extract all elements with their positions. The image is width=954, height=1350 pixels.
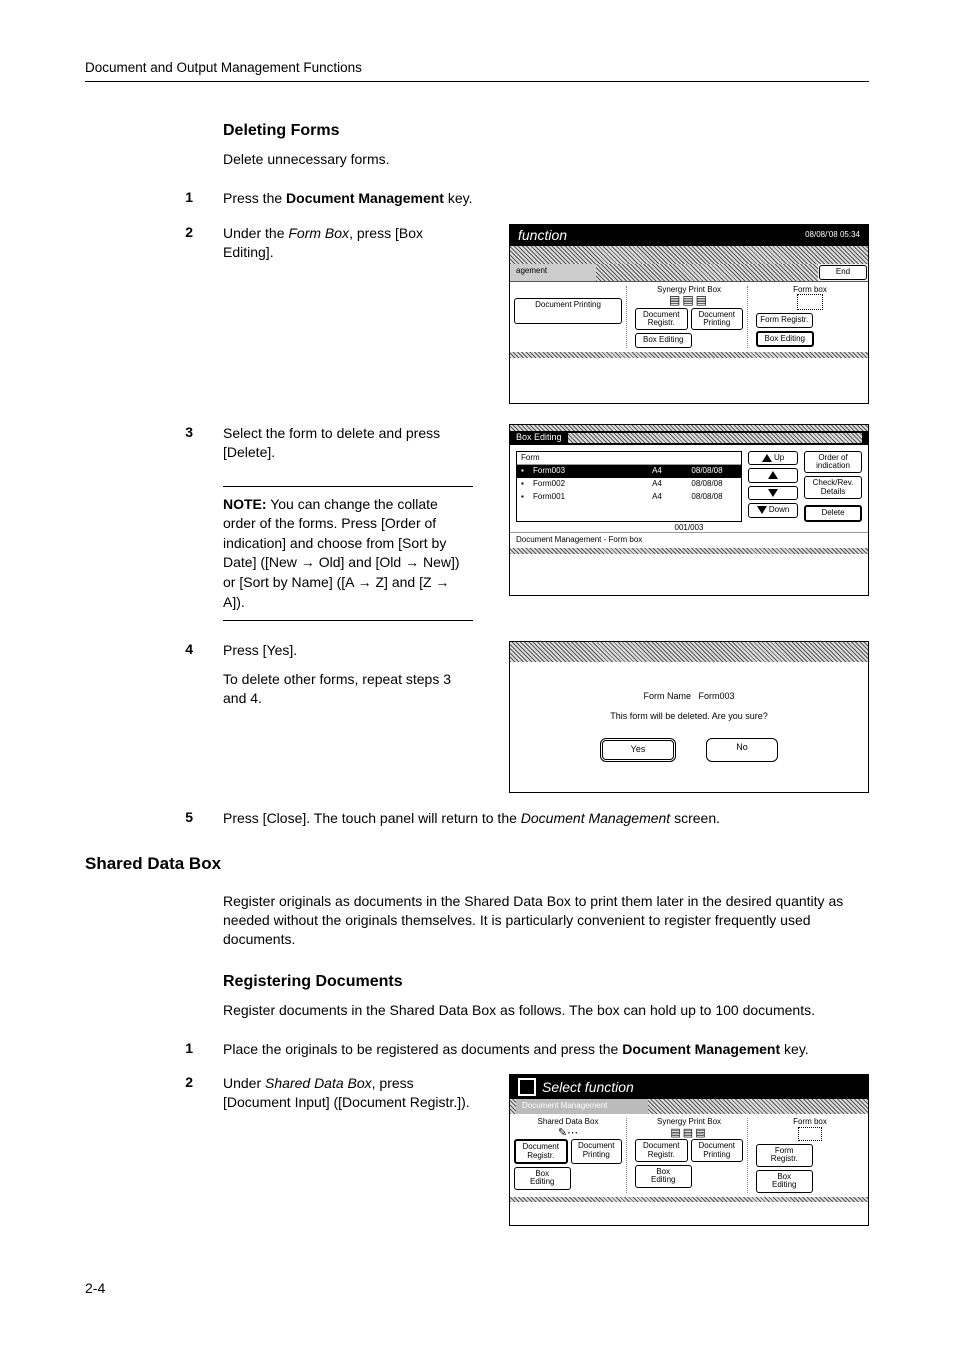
running-head: Document and Output Management Functions: [85, 60, 869, 82]
text: Under the: [223, 225, 288, 241]
list-item[interactable]: ▪Form001A408/08/08: [517, 491, 741, 504]
form-registr-button[interactable]: Form Registr.: [756, 1144, 813, 1167]
pen-icon: ✎⋯: [514, 1127, 622, 1139]
heading-shared-data-box: Shared Data Box: [85, 854, 869, 874]
step-number: 5: [85, 809, 223, 825]
col-head: Form box: [756, 286, 864, 295]
tab-doc-management[interactable]: Document Management: [516, 1099, 648, 1114]
step-text: Press [Yes]. To delete other forms, repe…: [223, 641, 473, 708]
scroll-down-button[interactable]: [748, 486, 798, 501]
list-item[interactable]: ▪Form003A408/08/08: [517, 465, 741, 478]
text-bold: Document Management: [622, 1041, 780, 1057]
text: Press the: [223, 190, 286, 206]
end-button[interactable]: End: [819, 265, 867, 279]
step-number: 1: [85, 189, 223, 205]
yes-button[interactable]: Yes: [600, 738, 676, 762]
check-details-button[interactable]: Check/Rev. Details: [804, 476, 862, 499]
note-label: NOTE:: [223, 496, 267, 512]
text: Under: [223, 1075, 265, 1091]
tab-management[interactable]: agement: [510, 264, 596, 280]
doc-printing-button[interactable]: Document Printing: [691, 308, 744, 331]
col-head: Shared Data Box: [514, 1118, 622, 1127]
intro-shared-data-box: Register originals as documents in the S…: [223, 892, 869, 949]
text: To delete other forms, repeat steps 3 an…: [223, 670, 473, 708]
up-button[interactable]: Up: [748, 451, 798, 466]
step-text: Under Shared Data Box, press [Document I…: [223, 1074, 479, 1112]
doc-registr-button[interactable]: Document Registr.: [514, 1139, 568, 1164]
col-head: Form box: [756, 1118, 864, 1127]
screen-box-editing: Box Editing Form ▪Form003A408/08/08▪Form…: [509, 424, 869, 596]
text: Place the originals to be registered as …: [223, 1041, 622, 1057]
step-number: 2: [85, 1074, 223, 1090]
step-number: 2: [85, 224, 223, 240]
counter: 001/003: [510, 524, 868, 533]
text: key.: [780, 1041, 809, 1057]
breadcrumb: Document Management - Form box: [510, 532, 868, 548]
doc-printing-button[interactable]: Document Printing: [571, 1139, 623, 1164]
step-number: 3: [85, 424, 223, 440]
text-italic: Shared Data Box: [265, 1075, 372, 1091]
delete-button[interactable]: Delete: [804, 505, 862, 521]
app-icon: [518, 1078, 536, 1096]
intro-deleting-forms: Delete unnecessary forms.: [223, 150, 869, 169]
step-text: Press the Document Management key.: [223, 189, 869, 208]
doc-printing-button[interactable]: Document Printing: [691, 1139, 744, 1162]
docs-icon: ▤▤▤: [635, 1127, 743, 1139]
form-icon: [756, 294, 864, 313]
screen-function: function 08/08/'08 05:34 agement End Doc…: [509, 224, 869, 404]
screen-select-function: Select function Document Management Shar…: [509, 1074, 869, 1226]
text: Select the form to delete and press [Del…: [223, 425, 440, 460]
text-bold: Document Management: [286, 190, 444, 206]
text: screen.: [670, 810, 720, 826]
text-italic: Form Box: [288, 225, 349, 241]
titlebar: Select function: [510, 1075, 868, 1099]
box-editing-button[interactable]: Box Editing: [756, 331, 814, 347]
doc-printing-button[interactable]: Document Printing: [514, 298, 622, 324]
no-button[interactable]: No: [706, 738, 778, 762]
heading-registering-documents: Registering Documents: [223, 973, 869, 991]
docs-icon: ▤▤▤: [635, 294, 743, 307]
doc-registr-button[interactable]: Document Registr.: [635, 308, 688, 331]
page-number: 2-4: [85, 1280, 105, 1296]
note-block: NOTE: You can change the collate order o…: [223, 486, 473, 622]
step-text: Place the originals to be registered as …: [223, 1040, 869, 1059]
step-number: 4: [85, 641, 223, 657]
box-editing-button[interactable]: Box Editing: [756, 1170, 813, 1193]
step-text: Select the form to delete and press [Del…: [223, 424, 473, 621]
text: key.: [444, 190, 473, 206]
text-italic: Document Management: [521, 810, 670, 826]
step-text: Under the Form Box, press [Box Editing].: [223, 224, 473, 262]
heading-deleting-forms: Deleting Forms: [223, 122, 869, 140]
form-registr-button[interactable]: Form Registr.: [756, 313, 813, 327]
box-editing-button[interactable]: Box Editing: [514, 1167, 571, 1190]
title: function: [518, 228, 567, 243]
order-button[interactable]: Order of indication: [804, 451, 862, 474]
box-editing-button[interactable]: Box Editing: [635, 1165, 692, 1188]
intro-registering-documents: Register documents in the Shared Data Bo…: [223, 1001, 869, 1020]
text: Press [Yes].: [223, 641, 473, 660]
step-number: 1: [85, 1040, 223, 1056]
confirm-message: This form will be deleted. Are you sure?: [510, 712, 868, 722]
timestamp: 08/08/'08 05:34: [805, 231, 860, 240]
box-editing-button[interactable]: Box Editing: [635, 333, 692, 347]
title: Box Editing: [516, 433, 562, 443]
title: Select function: [542, 1080, 634, 1095]
doc-registr-button[interactable]: Document Registr.: [635, 1139, 688, 1162]
tab-strip: [510, 246, 868, 264]
screen-confirm-delete: Form Name Form003 This form will be dele…: [509, 641, 869, 793]
form-icon: [756, 1127, 864, 1144]
col-head: Synergy Print Box: [635, 1118, 743, 1127]
note-body: You can change the collate order of the …: [223, 496, 460, 610]
text: Press [Close]. The touch panel will retu…: [223, 810, 521, 826]
step-text: Press [Close]. The touch panel will retu…: [223, 809, 869, 828]
down-button[interactable]: Down: [748, 503, 798, 518]
list-item[interactable]: ▪Form002A408/08/08: [517, 478, 741, 491]
list-header: Form: [517, 452, 741, 466]
titlebar: function 08/08/'08 05:34: [510, 225, 868, 246]
scroll-up-button[interactable]: [748, 468, 798, 483]
confirm-form-line: Form Name Form003: [510, 692, 868, 702]
